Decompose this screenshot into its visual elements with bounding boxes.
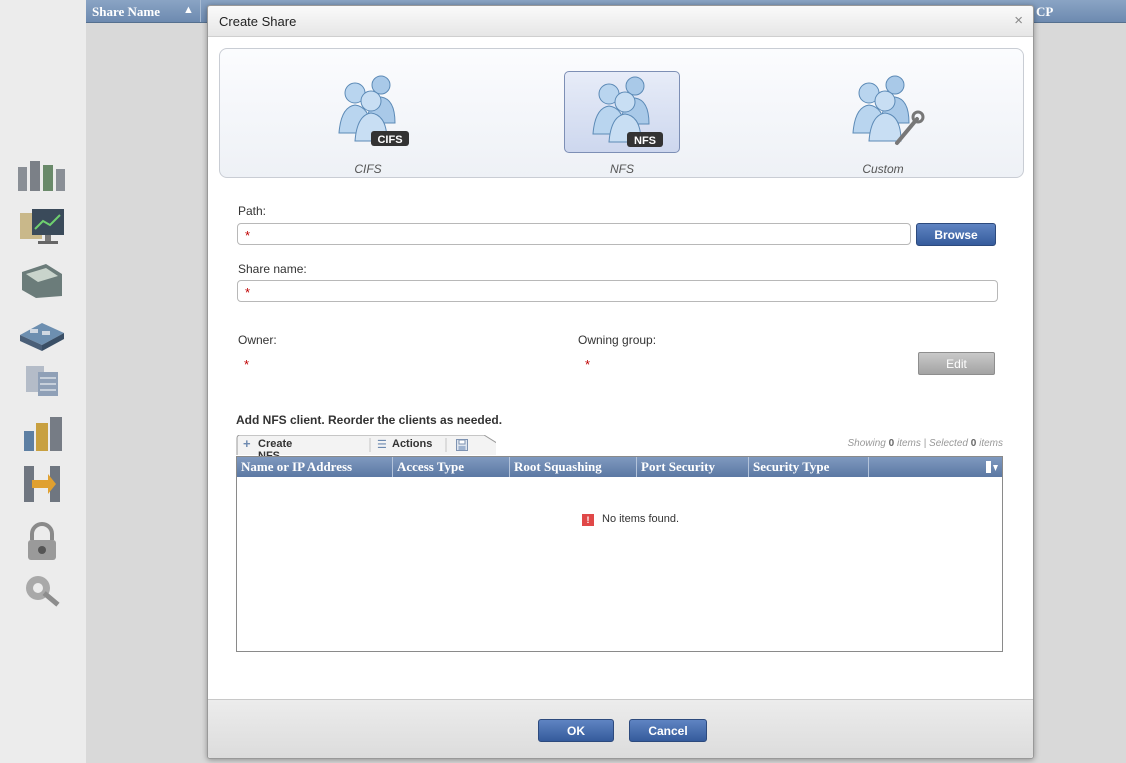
required-marker: *: [245, 228, 251, 243]
dialog-footer: OK Cancel: [208, 699, 1033, 758]
close-icon[interactable]: ×: [1014, 12, 1023, 29]
share-type-cifs[interactable]: CIFS: [311, 71, 425, 151]
owner-required-marker: *: [244, 357, 250, 372]
lock-icon[interactable]: [12, 520, 72, 564]
servers-icon[interactable]: [12, 153, 72, 197]
browse-button[interactable]: Browse: [916, 223, 996, 246]
column-separator: [200, 0, 201, 22]
navigation-sidebar: [0, 0, 86, 763]
error-icon: !: [582, 514, 594, 526]
selected-text: Selected: [929, 438, 968, 449]
share-type-custom-label: Custom: [862, 162, 904, 176]
column-name-or-ip[interactable]: Name or IP Address: [237, 457, 393, 477]
showing-count: 0: [888, 438, 895, 449]
path-input[interactable]: *: [237, 223, 911, 245]
column-share-name[interactable]: Share Name: [92, 4, 160, 20]
selection-summary: Showing 0 items | Selected 0 items: [848, 438, 1004, 449]
dialog-title: Create Share: [219, 14, 297, 29]
storage-icon[interactable]: [12, 311, 72, 355]
column-access-type[interactable]: Access Type: [393, 457, 510, 477]
share-type-selector: CIFS CIFS NFS NFS Custom: [219, 48, 1024, 178]
showing-items-text: items |: [896, 438, 927, 449]
edit-button[interactable]: Edit: [918, 352, 995, 375]
create-share-dialog: Create Share × CIFS CIFS NFS NFS Custom …: [207, 5, 1034, 759]
share-type-nfs[interactable]: NFS: [564, 71, 680, 153]
share-type-nfs-label: NFS: [610, 162, 634, 176]
cifs-users-icon: CIFS: [338, 75, 409, 146]
dialog-body: CIFS CIFS NFS NFS Custom Path: * Browse …: [208, 37, 1033, 699]
share-name-input[interactable]: *: [237, 280, 998, 302]
nfs-clients-heading: Add NFS client. Reorder the clients as n…: [236, 413, 503, 427]
custom-users-wrench-icon: [852, 75, 925, 145]
settings-icon[interactable]: [12, 566, 72, 610]
column-cp[interactable]: CP: [1036, 4, 1053, 20]
empty-state: ! No items found.: [582, 513, 679, 526]
empty-message: No items found.: [602, 513, 680, 525]
selected-items-text: items: [979, 438, 1003, 449]
cifs-badge: CIFS: [377, 134, 402, 146]
column-chooser-icon[interactable]: [986, 461, 998, 473]
table-header: Name or IP Address Access Type Root Squa…: [237, 457, 1002, 477]
owning-group-label: Owning group:: [578, 333, 657, 347]
dialog-titlebar: Create Share ×: [208, 6, 1033, 37]
save-icon[interactable]: [456, 439, 468, 451]
column-security-type[interactable]: Security Type: [749, 457, 869, 477]
owning-group-required-marker: *: [585, 357, 591, 372]
path-label: Path:: [238, 204, 267, 218]
share-type-cifs-label: CIFS: [354, 162, 382, 176]
plus-icon[interactable]: +: [243, 436, 251, 451]
share-type-custom[interactable]: [825, 71, 939, 151]
sort-ascending-icon[interactable]: ▲: [183, 4, 194, 16]
database-icon[interactable]: [12, 358, 72, 402]
selected-count: 0: [970, 438, 977, 449]
ok-button[interactable]: OK: [538, 719, 614, 742]
share-name-label: Share name:: [238, 262, 307, 276]
files-icon[interactable]: [12, 258, 72, 302]
nfs-clients-table: Name or IP Address Access Type Root Squa…: [236, 456, 1003, 652]
list-icon[interactable]: ☰: [377, 438, 387, 451]
monitoring-icon[interactable]: [12, 205, 72, 249]
owner-label: Owner:: [238, 333, 277, 347]
migration-icon[interactable]: [12, 462, 72, 506]
column-root-squashing[interactable]: Root Squashing: [510, 457, 637, 477]
showing-text: Showing: [847, 438, 886, 449]
required-marker: *: [245, 285, 251, 300]
cancel-button[interactable]: Cancel: [629, 719, 707, 742]
nfs-users-icon: NFS: [592, 76, 663, 147]
column-port-security[interactable]: Port Security: [637, 457, 749, 477]
archive-icon[interactable]: [12, 413, 72, 457]
actions-menu-button[interactable]: Actions: [392, 438, 432, 450]
nfs-badge: NFS: [634, 135, 656, 147]
